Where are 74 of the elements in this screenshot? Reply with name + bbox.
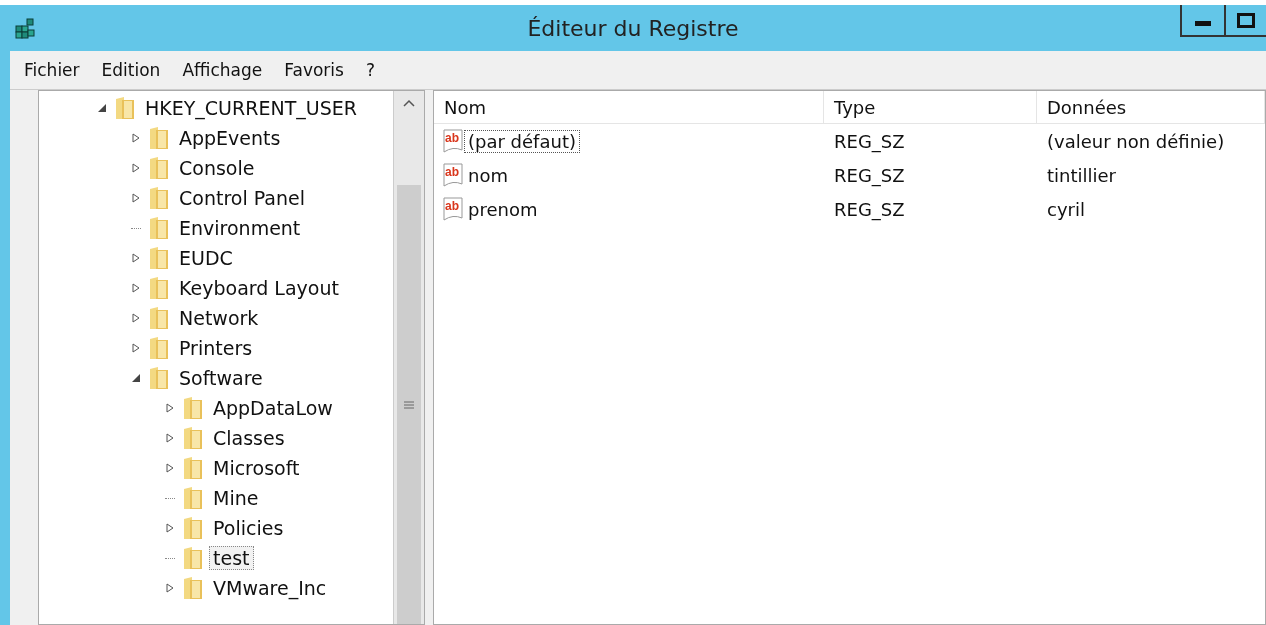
folder-icon	[149, 306, 169, 330]
value-name[interactable]: nom	[464, 163, 512, 187]
tree-item[interactable]: AppDataLow	[209, 396, 337, 420]
table-cell-text: REG_SZ	[833, 164, 906, 186]
tree-item[interactable]: Keyboard Layout	[175, 276, 343, 300]
collapsed-triangle-icon[interactable]	[131, 253, 141, 263]
collapsed-triangle-icon[interactable]	[165, 433, 175, 443]
tree-item[interactable]: Control Panel	[175, 186, 309, 210]
collapsed-triangle-icon[interactable]	[165, 463, 175, 473]
folder-icon	[115, 96, 135, 120]
window-title: Éditeur du Registre	[526, 15, 740, 41]
column-header[interactable]: Nom	[434, 91, 824, 123]
table-cell-text: tintillier	[1046, 164, 1117, 186]
collapsed-triangle-icon[interactable]	[165, 583, 175, 593]
minimize-button[interactable]	[1180, 5, 1226, 37]
folder-icon	[149, 216, 169, 240]
folder-icon	[183, 486, 203, 510]
tree-item[interactable]: test	[209, 546, 254, 570]
folder-icon	[149, 366, 169, 390]
collapsed-triangle-icon[interactable]	[131, 193, 141, 203]
folder-icon	[183, 426, 203, 450]
folder-icon	[149, 276, 169, 300]
tree-item[interactable]: Printers	[175, 336, 257, 360]
table-cell-text: (valeur non définie)	[1046, 130, 1226, 152]
collapsed-triangle-icon[interactable]	[131, 163, 141, 173]
expanded-triangle-icon[interactable]	[131, 373, 141, 383]
string-value-icon: ab	[442, 128, 464, 154]
table-cell-text: REG_SZ	[833, 198, 906, 220]
tree-item[interactable]: Software	[175, 366, 267, 390]
folder-icon	[149, 246, 169, 270]
folder-icon	[149, 156, 169, 180]
menu-item[interactable]: Favoris	[270, 60, 352, 80]
expanded-triangle-icon[interactable]	[97, 103, 107, 113]
column-header[interactable]: Type	[824, 91, 1037, 123]
folder-icon	[183, 456, 203, 480]
tree-item[interactable]: VMware_Inc	[209, 576, 331, 600]
registry-cubes-icon	[14, 16, 38, 40]
menu-item[interactable]: Edition	[87, 60, 169, 80]
table-cell-text: REG_SZ	[833, 130, 906, 152]
folder-icon	[183, 396, 203, 420]
tree-item[interactable]: AppEvents	[175, 126, 285, 150]
tree-item[interactable]: Console	[175, 156, 259, 180]
folder-icon	[149, 126, 169, 150]
table-cell-text: cyril	[1046, 198, 1086, 220]
tree-item[interactable]: Mine	[209, 486, 263, 510]
collapsed-triangle-icon[interactable]	[131, 283, 141, 293]
menu-item[interactable]: Affichage	[168, 60, 271, 80]
collapsed-triangle-icon[interactable]	[165, 523, 175, 533]
scroll-thumb[interactable]	[397, 185, 421, 624]
tree-item[interactable]: Microsoft	[209, 456, 304, 480]
value-name[interactable]: prenom	[464, 197, 542, 221]
collapsed-triangle-icon[interactable]	[131, 343, 141, 353]
tree-item[interactable]: Classes	[209, 426, 289, 450]
collapsed-triangle-icon[interactable]	[165, 403, 175, 413]
folder-icon	[149, 336, 169, 360]
column-header[interactable]: Données	[1037, 91, 1265, 123]
scrollbar[interactable]	[393, 91, 424, 624]
value-name[interactable]: (par défaut)	[464, 129, 580, 153]
folder-icon	[149, 186, 169, 210]
string-value-icon: ab	[442, 162, 464, 188]
folder-icon	[183, 576, 203, 600]
tree-item[interactable]: EUDC	[175, 246, 237, 270]
folder-icon	[183, 516, 203, 540]
scroll-up-icon[interactable]	[403, 99, 415, 107]
collapsed-triangle-icon[interactable]	[131, 313, 141, 323]
string-value-icon: ab	[442, 196, 464, 222]
folder-icon	[183, 546, 203, 570]
menu-item[interactable]: ?	[351, 60, 383, 80]
tree-item[interactable]: Environment	[175, 216, 305, 240]
tree-item[interactable]: HKEY_CURRENT_USER	[141, 96, 361, 120]
tree-item[interactable]: Policies	[209, 516, 288, 540]
collapsed-triangle-icon[interactable]	[131, 133, 141, 143]
menu-item[interactable]: Fichier	[22, 60, 88, 80]
tree-item[interactable]: Network	[175, 306, 263, 330]
